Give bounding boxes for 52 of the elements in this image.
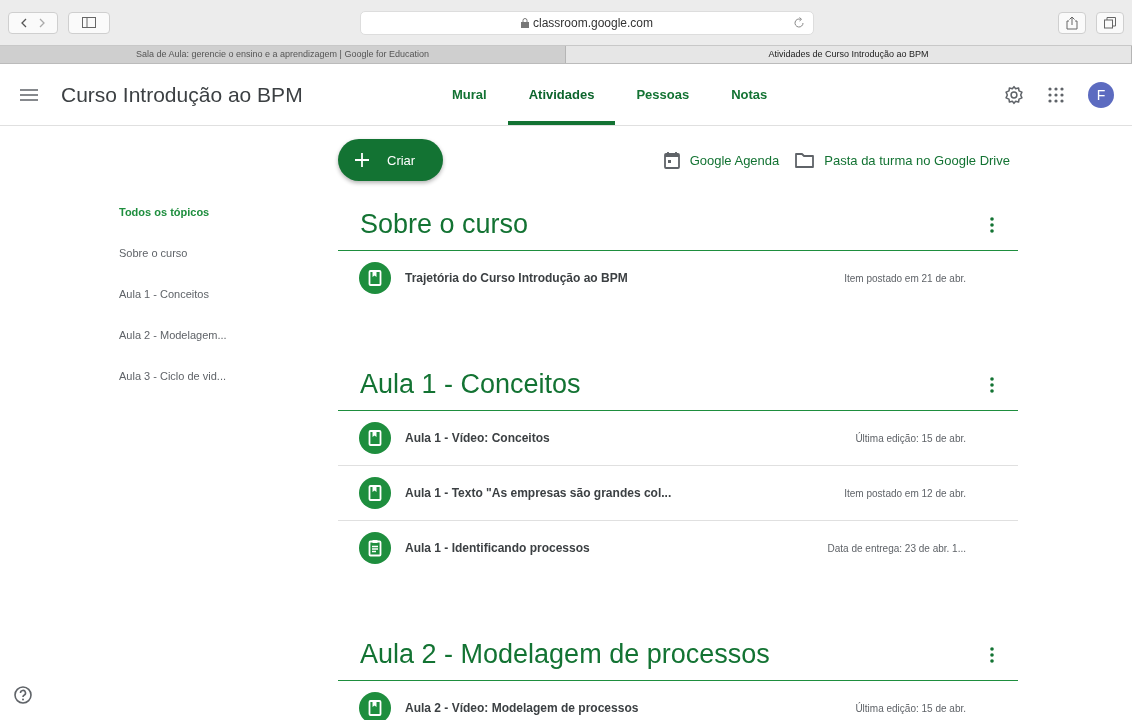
topic-heading: Sobre o curso — [360, 209, 529, 240]
nav-tab[interactable]: Mural — [431, 64, 508, 125]
reload-icon[interactable] — [793, 16, 805, 29]
settings-icon[interactable] — [1004, 84, 1024, 105]
topic-link[interactable]: Aula 3 - Ciclo de vid... — [119, 370, 338, 382]
topic-link[interactable]: Sobre o curso — [119, 247, 338, 259]
more-options-icon[interactable] — [990, 376, 994, 393]
plus-icon — [355, 153, 369, 167]
address-bar[interactable]: classroom.google.com — [360, 10, 814, 35]
item-date: Última edição: 15 de abr. — [855, 702, 966, 714]
help-icon[interactable] — [14, 686, 32, 704]
item-date: Item postado em 12 de abr. — [844, 487, 966, 499]
material-book-icon — [359, 262, 391, 294]
toolbar-link[interactable]: Google Agenda — [663, 151, 780, 169]
classwork-item[interactable]: Aula 1 - Vídeo: Conceitos Última edição: 15 de abr. — [338, 411, 1018, 466]
topic-heading: Aula 1 - Conceitos — [360, 369, 581, 400]
share-icon — [1066, 15, 1078, 30]
classwork-item[interactable]: Aula 1 - Identificando processos Data de entrega: 23 de abr. 1... — [338, 521, 1018, 575]
nav-tab[interactable]: Notas — [710, 64, 789, 125]
nav-tab[interactable]: Atividades — [507, 64, 616, 125]
nav-tab[interactable]: Pessoas — [615, 64, 711, 125]
browser-tab[interactable]: Atividades de Curso Introdução ao BPM — [566, 46, 1132, 63]
item-date: Data de entrega: 23 de abr. 1... — [827, 542, 966, 554]
sidebar-button[interactable] — [68, 11, 110, 34]
topic-heading: Aula 2 - Modelagem de processos — [360, 639, 770, 670]
classwork-item[interactable]: Trajetória do Curso Introdução ao BPM Item postado em 21 de abr. — [338, 251, 1018, 305]
address-text: classroom.google.com — [532, 15, 654, 30]
assignment-clipboard-icon — [359, 532, 391, 564]
classwork-item[interactable]: Aula 2 - Vídeo: Modelagem de processos Última edição: 15 de abr. — [338, 681, 1018, 720]
tabs-icon — [1104, 16, 1116, 29]
more-options-icon[interactable] — [990, 216, 994, 233]
classwork-item[interactable]: Aula 1 - Texto "As empresas são grandes col... Item postado em 12 de abr. — [338, 466, 1018, 521]
item-date: Última edição: 15 de abr. — [855, 432, 966, 444]
material-book-icon — [359, 422, 391, 454]
topic-link[interactable]: Todos os tópicos — [119, 206, 338, 218]
more-options-icon[interactable] — [990, 646, 994, 663]
create-button[interactable]: Criar — [338, 139, 444, 181]
folder-icon — [795, 152, 815, 168]
topic-link[interactable]: Aula 1 - Conceitos — [119, 288, 338, 300]
tabs-button[interactable] — [1096, 11, 1124, 34]
topic-link[interactable]: Aula 2 - Modelagem... — [119, 329, 338, 341]
course-title[interactable]: Curso Introdução ao BPM — [61, 82, 391, 107]
item-date: Item postado em 21 de abr. — [844, 272, 966, 284]
lock-icon — [520, 17, 529, 28]
account-avatar[interactable]: F — [1088, 81, 1114, 108]
material-book-icon — [359, 477, 391, 509]
toolbar-link[interactable]: Pasta da turma no Google Drive — [795, 151, 1010, 169]
browser-tab[interactable]: Sala de Aula: gerencie o ensino e a aprendizagem | Google for Education — [0, 46, 566, 63]
menu-icon[interactable] — [20, 88, 38, 101]
calendar-icon — [663, 151, 680, 169]
apps-grid-icon[interactable] — [1048, 86, 1064, 103]
sidebar-icon — [82, 17, 96, 28]
